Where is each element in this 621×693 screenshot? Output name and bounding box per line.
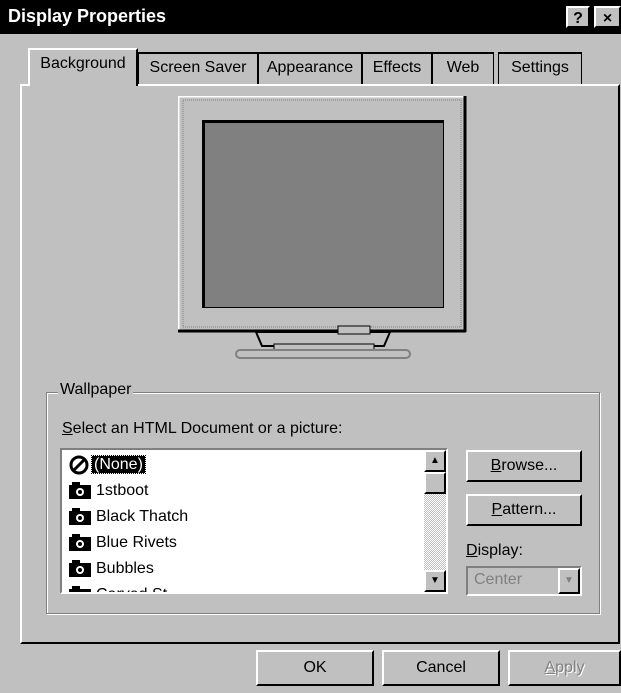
picture-icon (69, 507, 91, 525)
picture-icon (69, 481, 91, 499)
wallpaper-group-label: Wallpaper (58, 381, 134, 399)
tab-appearance[interactable]: Appearance (258, 52, 362, 84)
list-scrollbar[interactable]: ▲ ▼ (424, 450, 446, 592)
tab-web[interactable]: Web (432, 52, 494, 84)
picture-icon (69, 585, 91, 592)
browse-button[interactable]: Browse... (466, 450, 582, 482)
chevron-down-icon[interactable]: ▼ (558, 568, 580, 594)
scroll-thumb[interactable] (424, 472, 446, 494)
none-icon (69, 455, 89, 475)
tab-effects[interactable]: Effects (362, 52, 432, 84)
list-item[interactable]: Bubbles (68, 556, 156, 582)
display-label: Display: (466, 542, 523, 559)
cancel-button[interactable]: Cancel (382, 650, 500, 686)
picture-icon (69, 559, 91, 577)
tab-screen-saver[interactable]: Screen Saver (138, 52, 258, 84)
ok-button[interactable]: OK (256, 650, 374, 686)
display-value: Center (474, 571, 523, 588)
scroll-up-button[interactable]: ▲ (424, 450, 446, 472)
display-select[interactable]: Center ▼ (466, 566, 582, 596)
window-title: Display Properties (8, 6, 167, 26)
scroll-down-button[interactable]: ▼ (424, 570, 446, 592)
apply-button[interactable]: Apply (508, 650, 621, 686)
pattern-button[interactable]: Pattern... (466, 494, 582, 526)
list-item[interactable]: (None) (68, 452, 146, 478)
list-item[interactable]: Carved St... (68, 582, 182, 592)
list-item[interactable]: 1stboot (68, 478, 150, 504)
monitor-preview (176, 94, 468, 371)
monitor-icon (176, 94, 467, 359)
tab-settings[interactable]: Settings (498, 52, 582, 84)
tab-background[interactable]: Background (28, 48, 138, 86)
list-item[interactable]: Blue Rivets (68, 530, 179, 556)
wallpaper-list[interactable]: (None) 1stboot Black Thatch Blue Rivets (60, 448, 448, 594)
title-bar: Display Properties ? × (0, 0, 621, 34)
help-button[interactable]: ? (566, 6, 590, 28)
close-button[interactable]: × (594, 6, 621, 28)
picture-icon (69, 533, 91, 551)
select-picture-label: Select an HTML Document or a picture: (62, 420, 343, 437)
list-item[interactable]: Black Thatch (68, 504, 190, 530)
